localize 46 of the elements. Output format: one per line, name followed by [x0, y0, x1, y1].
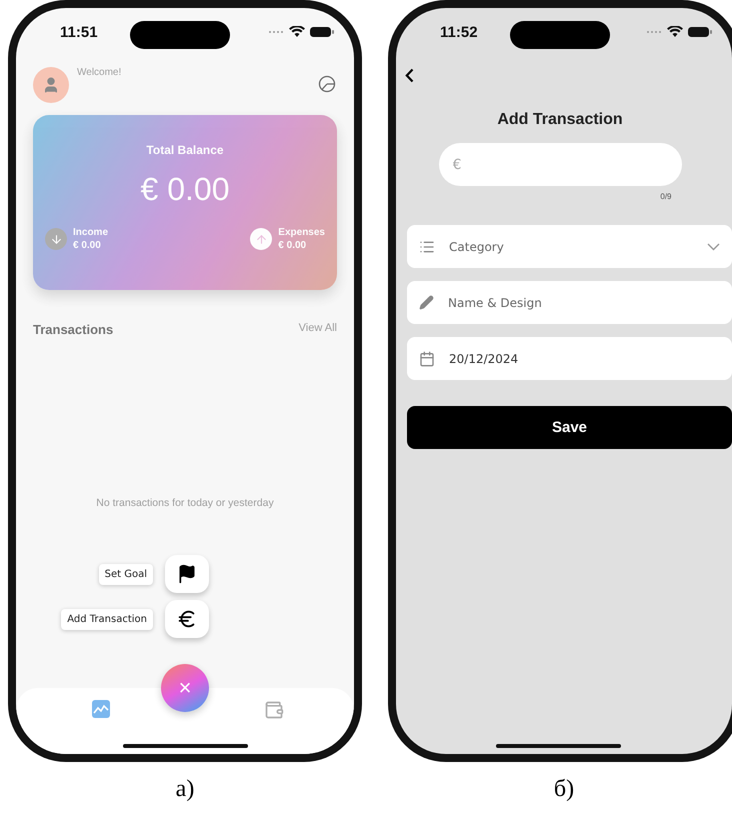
balance-amount: € 0.00 — [140, 171, 230, 208]
wifi-icon — [289, 26, 305, 38]
status-time: 11:52 — [440, 22, 479, 40]
amount-field[interactable]: € — [438, 143, 682, 186]
date-field-box[interactable]: 20/12/2024 — [407, 337, 732, 380]
wifi-icon — [667, 26, 683, 38]
date-field[interactable]: 20/12/2024 — [447, 350, 720, 366]
battery-icon — [688, 26, 712, 38]
calendar-icon — [419, 350, 435, 366]
income-label: Income — [73, 226, 108, 239]
signal-dots-icon — [646, 30, 662, 34]
speed-dial-button[interactable] — [165, 600, 209, 638]
income-icon — [45, 228, 67, 250]
expenses-amount: € 0.00 — [278, 239, 308, 252]
figure-caption: a) — [176, 776, 194, 803]
status-time: 11:51 — [60, 22, 99, 40]
pencil-icon — [419, 295, 434, 310]
avatar[interactable] — [33, 67, 69, 103]
chevron-down-icon — [707, 242, 720, 250]
screen-title: Add Transaction — [496, 111, 624, 129]
name-field[interactable]: Name & Design — [446, 294, 720, 310]
battery-icon — [310, 26, 334, 38]
expenses-label: Expenses — [278, 226, 325, 239]
speed-dial-label[interactable]: Add Transaction — [61, 608, 153, 630]
list-icon — [419, 238, 435, 254]
flag-icon — [177, 564, 197, 584]
empty-message: No transactions for today or yesterday — [96, 497, 274, 509]
category-dropdown-box[interactable]: Category — [407, 225, 732, 268]
income-amount: € 0.00 — [73, 239, 102, 252]
welcome-text: Welcome! — [77, 67, 122, 78]
save-button[interactable]: Save — [407, 406, 732, 449]
category-dropdown[interactable]: Category — [447, 238, 695, 254]
chart-icon — [92, 700, 110, 718]
back-button[interactable] — [405, 68, 414, 83]
signal-dots-icon — [268, 30, 284, 34]
wallet-icon — [264, 700, 284, 720]
expenses-icon — [250, 228, 272, 250]
balance-title: Total Balance — [146, 143, 224, 157]
name-field-box[interactable]: Name & Design — [407, 281, 732, 324]
figure-caption: б) — [554, 776, 574, 803]
transactions-heading: Transactions — [33, 322, 114, 337]
character-counter: 0/9 — [660, 192, 672, 201]
speed-dial-button[interactable] — [165, 555, 209, 593]
speed-dial-label[interactable]: Set Goal — [98, 564, 153, 584]
back-chevron-icon — [405, 68, 414, 83]
pie-chart-icon[interactable] — [318, 75, 336, 93]
